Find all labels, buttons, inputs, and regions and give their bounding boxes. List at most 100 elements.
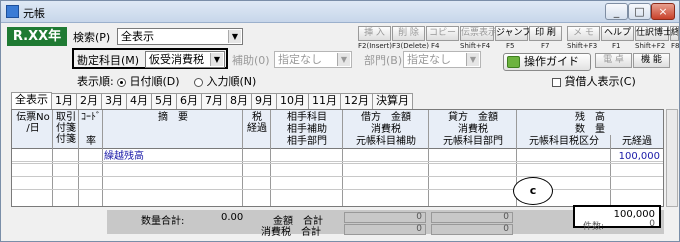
- tab-month[interactable]: 8月: [226, 93, 252, 109]
- row-line: [12, 176, 663, 177]
- chevron-down-icon: ▼: [228, 30, 241, 43]
- header-counter-dept: 相手部門: [287, 136, 327, 147]
- minimize-button[interactable]: _: [605, 3, 628, 20]
- journal-doctor-button[interactable]: 仕訳博士: [635, 26, 672, 41]
- tab-month[interactable]: 1月: [51, 93, 77, 109]
- header-credit-tax: 消費税: [458, 124, 488, 135]
- radio-icon: [194, 77, 203, 87]
- chevron-down-icon: ▼: [466, 53, 479, 66]
- search-label: 検索(P): [73, 31, 111, 44]
- debit-tax-total: 0: [344, 224, 426, 235]
- account-label: 勘定科目(M): [77, 54, 140, 67]
- tax-total-label: 消費税 合計: [261, 227, 321, 238]
- search-select[interactable]: 全表示 ▼: [117, 28, 243, 45]
- tab-month[interactable]: 9月: [251, 93, 277, 109]
- exit-button[interactable]: 終 了: [670, 26, 679, 41]
- search-value: 全表示: [121, 30, 154, 43]
- calculator-button[interactable]: 電 卓: [595, 53, 632, 68]
- vertical-scrollbar[interactable]: [666, 109, 678, 207]
- header-balance: 残 高: [575, 112, 605, 123]
- lender-display-checkbox[interactable]: 貸借人表示(C): [552, 73, 636, 89]
- tab-all[interactable]: 全表示: [11, 92, 52, 109]
- header-code: ｺｰﾄﾞ: [81, 112, 101, 123]
- header-debit: 借方 金額: [361, 112, 411, 123]
- help-button[interactable]: ヘルプ: [601, 26, 634, 41]
- header-date: 伝票No /日: [16, 112, 50, 134]
- table-row[interactable]: 繰越残高 100,000: [12, 150, 663, 162]
- row-line: [12, 163, 663, 164]
- ledger-table[interactable]: 伝票No /日 取引 付箋 付箋 ｺｰﾄﾞ 率 摘 要 税 経過 相手科目 相手…: [11, 109, 664, 207]
- tab-month[interactable]: 10月: [276, 93, 309, 109]
- credit-total: 0: [431, 212, 513, 223]
- credit-tax-total: 0: [431, 224, 513, 235]
- window-title: 元帳: [23, 7, 45, 20]
- key-hint: F2(Insert): [358, 42, 393, 50]
- header-credit-orig: 元帳科目部門: [443, 136, 503, 147]
- header-credit: 貸方 金額: [448, 112, 498, 123]
- header-tax: 税 経過: [247, 112, 267, 134]
- tab-month[interactable]: 5月: [151, 93, 177, 109]
- insert-button[interactable]: 挿 入: [358, 26, 391, 41]
- month-tabs: 全表示 1月 2月 3月 4月 5月 6月 7月 8月 9月 10月 11月 1…: [11, 92, 413, 109]
- operation-guide-button[interactable]: 操作ガイド: [503, 53, 591, 71]
- order-date-radio[interactable]: 日付順(D): [117, 73, 180, 89]
- radio-icon: [117, 77, 126, 87]
- sub-account-select[interactable]: 指定なし ▼: [274, 51, 352, 68]
- tab-closing[interactable]: 決算月: [372, 93, 413, 109]
- tab-month[interactable]: 6月: [176, 93, 202, 109]
- header-debit-tax: 消費税: [371, 124, 401, 135]
- row-summary: 繰越残高: [104, 151, 144, 162]
- function-button[interactable]: 機 能: [633, 53, 670, 68]
- maximize-button[interactable]: □: [628, 3, 651, 20]
- app-icon: [6, 5, 19, 18]
- header-debit-orig: 元帳科目補助: [356, 136, 416, 147]
- qty-total-label: 数量合計:: [141, 216, 185, 227]
- key-hint: Shift+F3: [567, 42, 598, 50]
- tab-month[interactable]: 7月: [201, 93, 227, 109]
- count-label: 件数:: [583, 222, 605, 232]
- delete-button[interactable]: 削 除: [392, 26, 425, 41]
- header-summary: 摘 要: [158, 112, 188, 123]
- row-balance: 100,000: [618, 151, 660, 162]
- close-button[interactable]: ×: [651, 3, 675, 20]
- order-input-label: 入力順(N): [206, 75, 257, 88]
- department-select[interactable]: 指定なし ▼: [403, 51, 481, 68]
- account-value: 仮受消費税: [149, 53, 204, 66]
- period-badge[interactable]: R.XX年: [7, 27, 67, 46]
- tab-month[interactable]: 12月: [340, 93, 373, 109]
- copy-button[interactable]: コピー: [426, 26, 459, 41]
- department-value: 指定なし: [407, 53, 451, 66]
- annotation-callout: c: [513, 177, 553, 205]
- key-hint: F8: [671, 42, 680, 50]
- tab-month[interactable]: 4月: [126, 93, 152, 109]
- header-counter-sub: 相手補助: [287, 124, 327, 135]
- tab-month[interactable]: 11月: [308, 93, 341, 109]
- key-hint: Shift+F2: [635, 42, 666, 50]
- jump-button[interactable]: ジャンプ: [495, 26, 531, 41]
- tab-month[interactable]: 3月: [101, 93, 127, 109]
- qty-total-value: 0.00: [221, 212, 244, 223]
- header-orig-elapsed: 元経過: [622, 136, 652, 147]
- order-date-label: 日付順(D): [129, 75, 180, 88]
- debit-total: 0: [344, 212, 426, 223]
- voucher-view-button[interactable]: 伝票表示: [460, 26, 497, 41]
- account-select[interactable]: 仮受消費税 ▼: [145, 51, 225, 68]
- key-hint: F3(Delete): [392, 42, 429, 50]
- checkbox-icon: [552, 77, 561, 87]
- chevron-down-icon: ▼: [210, 53, 223, 66]
- header-counter: 相手科目: [287, 112, 327, 123]
- table-header: 伝票No /日 取引 付箋 付箋 ｺｰﾄﾞ 率 摘 要 税 経過 相手科目 相手…: [12, 110, 663, 149]
- window: 元帳 _ □ × R.XX年 検索(P) 全表示 ▼ 勘定科目(M) 仮受消費税…: [0, 0, 680, 242]
- print-button[interactable]: 印 刷: [529, 26, 562, 41]
- operation-guide-label: 操作ガイド: [524, 55, 579, 68]
- totals-footer: 数量合計: 0.00 金額 合計 消費税 合計 0 0 0 0: [11, 209, 664, 238]
- chevron-down-icon: ▼: [337, 53, 350, 66]
- key-hint: Shift+F4: [460, 42, 491, 50]
- memo-button[interactable]: メ モ: [567, 26, 600, 41]
- header-torihiki: 取引 付箋 付箋: [56, 112, 76, 145]
- count-value: 0: [649, 219, 655, 229]
- key-hint: F4: [431, 42, 440, 50]
- order-input-radio[interactable]: 入力順(N): [194, 73, 256, 89]
- lender-display-label: 貸借人表示(C): [564, 75, 636, 88]
- tab-month[interactable]: 2月: [76, 93, 102, 109]
